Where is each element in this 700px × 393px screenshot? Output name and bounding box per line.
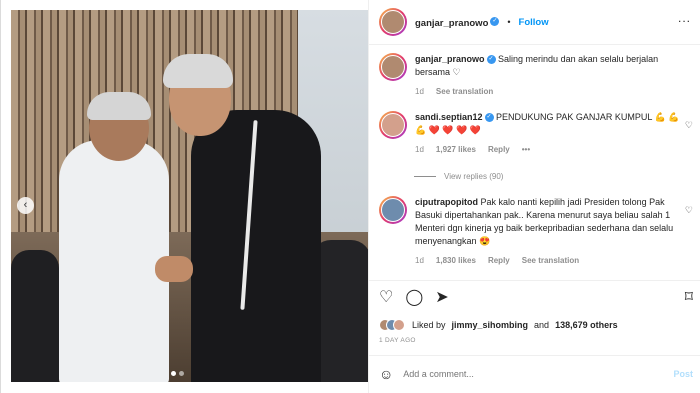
likes-user-link[interactable]: jimmy_sihombing xyxy=(452,320,529,330)
likes-count-link[interactable]: 138,679 others xyxy=(555,320,618,330)
author-avatar[interactable] xyxy=(379,53,407,81)
share-icon[interactable]: ➤ xyxy=(435,290,448,306)
verified-badge-icon: ✓ xyxy=(484,113,494,123)
comment-body: ciputrapopitod Pak kalo nanti kepilih ja… xyxy=(415,196,689,267)
comment-age: 1d xyxy=(415,256,424,265)
comment-meta: 1d 1,927 likes Reply ••• xyxy=(415,143,689,156)
comment-composer: ☺ Post xyxy=(379,364,693,384)
likes-summary: Liked by jimmy_sihombing and 138,679 oth… xyxy=(379,319,618,331)
comment-meta: 1d 1,830 likes Reply See translation xyxy=(415,254,689,267)
carousel-dots xyxy=(171,371,184,376)
comment-likes[interactable]: 1,927 likes xyxy=(436,143,476,156)
add-comment-input[interactable] xyxy=(403,369,664,379)
man-white-shirt xyxy=(59,140,169,382)
man-black-shirt-hair xyxy=(163,54,233,88)
see-translation-link[interactable]: See translation xyxy=(522,254,579,267)
man-black-shirt xyxy=(191,110,321,382)
comment-age: 1d xyxy=(415,145,424,154)
post-comment-button[interactable]: Post xyxy=(673,369,693,379)
post-options-icon[interactable]: ... xyxy=(678,12,691,24)
likes-prefix: Liked by xyxy=(412,320,446,330)
comment-options-icon[interactable]: ••• xyxy=(522,143,530,156)
caption-meta: 1d See translation xyxy=(415,85,689,98)
header-divider xyxy=(369,44,700,45)
man-white-shirt-hair xyxy=(87,92,151,120)
comment-body: sandi.septian12 ✓ PENDUKUNG PAK GANJAR KU… xyxy=(415,111,689,156)
post-photo[interactable]: ‹ xyxy=(11,10,368,382)
post-caption: ganjar_pranowo ✓ Saling merindu dan akan … xyxy=(379,53,689,98)
commenter-avatar[interactable] xyxy=(379,111,407,139)
follow-button[interactable]: Follow xyxy=(519,17,549,28)
commenter-avatar[interactable] xyxy=(379,196,407,224)
author-avatar[interactable] xyxy=(379,8,407,36)
replies-line xyxy=(414,176,436,177)
comment-item: ciputrapopitod Pak kalo nanti kepilih ja… xyxy=(379,196,689,267)
comment-username[interactable]: ciputrapopitod xyxy=(415,197,478,207)
actions-divider xyxy=(369,280,700,281)
verified-badge-icon: ✓ xyxy=(490,17,500,27)
comment-like-heart-icon[interactable]: ♡ xyxy=(685,120,693,131)
author-username[interactable]: ganjar_pranowo ✓ xyxy=(415,13,500,31)
comment-item: sandi.septian12 ✓ PENDUKUNG PAK GANJAR KU… xyxy=(379,111,689,156)
header-separator: • xyxy=(507,17,511,27)
office-chair-left xyxy=(11,250,59,382)
emoji-picker-icon[interactable]: ☺ xyxy=(379,366,393,382)
comment-username[interactable]: sandi.septian12 xyxy=(415,112,483,122)
post-date: 1 DAY AGO xyxy=(379,337,416,344)
caption-age: 1d xyxy=(415,87,424,96)
carousel-dot xyxy=(179,371,184,376)
like-heart-icon[interactable]: ♡ xyxy=(379,290,393,306)
see-translation-link[interactable]: See translation xyxy=(436,85,493,98)
composer-divider xyxy=(369,355,700,356)
comment-likes[interactable]: 1,830 likes xyxy=(436,254,476,267)
bookmark-icon[interactable]: ⌑ xyxy=(685,290,693,306)
carousel-dot-active xyxy=(171,371,176,376)
reply-button[interactable]: Reply xyxy=(488,143,510,156)
caption-body: ganjar_pranowo ✓ Saling merindu dan akan … xyxy=(415,53,689,98)
comment-like-heart-icon[interactable]: ♡ xyxy=(685,205,693,216)
reply-button[interactable]: Reply xyxy=(488,254,510,267)
verified-badge-icon: ✓ xyxy=(486,55,496,65)
caption-username[interactable]: ganjar_pranowo xyxy=(415,54,485,64)
view-replies-label[interactable]: View replies (90) xyxy=(444,172,503,181)
instagram-post-window: ‹ ganjar_pranowo ✓ • Follow ... ganjar_pr… xyxy=(0,0,700,393)
liker-avatar xyxy=(393,319,405,331)
comment-icon[interactable]: ◯ xyxy=(405,290,423,306)
previous-photo-arrow-icon[interactable]: ‹ xyxy=(17,197,34,214)
likes-suffix: and xyxy=(534,320,550,330)
post-side-panel: ganjar_pranowo ✓ • Follow ... ganjar_pran… xyxy=(368,0,700,393)
liker-avatars xyxy=(379,319,405,331)
handshake xyxy=(155,256,193,282)
view-replies[interactable]: View replies (90) xyxy=(414,172,503,181)
post-header: ganjar_pranowo ✓ • Follow xyxy=(379,8,699,36)
post-actions: ♡ ◯ ➤ ⌑ xyxy=(379,288,693,308)
